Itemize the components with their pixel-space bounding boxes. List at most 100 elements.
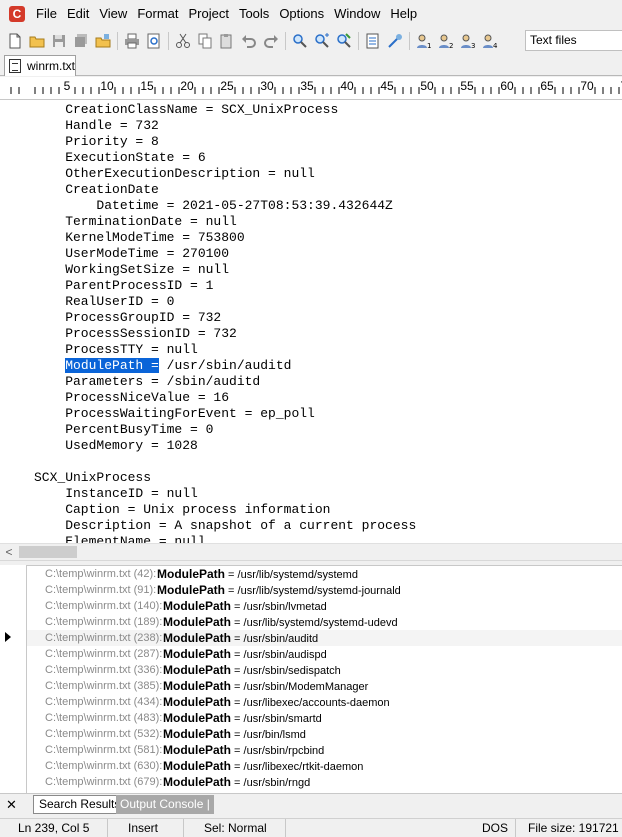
editor-line[interactable]: KernelModeTime = 753800 bbox=[34, 230, 416, 246]
tab-label: winrm.txt bbox=[27, 59, 75, 73]
menu-window[interactable]: Window bbox=[329, 0, 385, 28]
open-folder-icon[interactable] bbox=[26, 30, 48, 52]
result-match: ModulePath = /usr/lib/systemd/systemd bbox=[157, 567, 358, 581]
menu-project[interactable]: Project bbox=[183, 0, 233, 28]
open-project-icon[interactable] bbox=[92, 30, 114, 52]
editor-text[interactable]: CreationClassName = SCX_UnixProcess Hand… bbox=[34, 102, 416, 543]
result-match: ModulePath = /usr/sbin/audispd bbox=[163, 647, 327, 661]
tool-3-icon[interactable]: 3 bbox=[457, 30, 479, 52]
editor-line[interactable]: Description = A snapshot of a current pr… bbox=[34, 518, 416, 534]
editor-line[interactable]: TerminationDate = null bbox=[34, 214, 416, 230]
save-icon[interactable] bbox=[48, 30, 70, 52]
editor-line[interactable]: Handle = 732 bbox=[34, 118, 416, 134]
tab-winrm-txt[interactable]: winrm.txt bbox=[4, 55, 76, 76]
editor-line[interactable]: ExecutionState = 6 bbox=[34, 150, 416, 166]
editor-line[interactable]: WorkingSetSize = null bbox=[34, 262, 416, 278]
selected-text[interactable]: ModulePath = bbox=[65, 358, 159, 373]
editor-line[interactable]: Datetime = 2021-05-27T08:53:39.432644Z bbox=[34, 198, 416, 214]
new-file-icon[interactable] bbox=[4, 30, 26, 52]
editor-line[interactable] bbox=[34, 454, 416, 470]
editor-line[interactable]: CreationDate bbox=[34, 182, 416, 198]
ruler-label: 65 bbox=[540, 79, 554, 93]
tab-output-console[interactable]: Output Console | bbox=[116, 795, 214, 814]
result-location: C:\temp\winrm.txt (91): bbox=[45, 584, 157, 596]
editor-line[interactable]: CreationClassName = SCX_UnixProcess bbox=[34, 102, 416, 118]
editor-line[interactable]: ModulePath = /usr/sbin/auditd bbox=[34, 358, 416, 374]
tool-2-icon[interactable]: 2 bbox=[435, 30, 457, 52]
result-row[interactable]: C:\temp\winrm.txt (434): ModulePath = /us… bbox=[27, 694, 622, 710]
result-row[interactable]: C:\temp\winrm.txt (42): ModulePath = /usr… bbox=[27, 566, 622, 582]
result-location: C:\temp\winrm.txt (140): bbox=[45, 600, 163, 612]
editor-line[interactable]: InstanceID = null bbox=[34, 486, 416, 502]
editor-line[interactable]: ProcessNiceValue = 16 bbox=[34, 390, 416, 406]
ruler-label: 60 bbox=[500, 79, 514, 93]
editor-line[interactable]: ElementName = null bbox=[34, 534, 416, 543]
result-value: = /usr/sbin/sedispatch bbox=[231, 665, 341, 677]
print-icon[interactable] bbox=[121, 30, 143, 52]
result-key: ModulePath bbox=[157, 567, 225, 581]
replace-icon[interactable] bbox=[333, 30, 355, 52]
file-filter-dropdown[interactable]: Text files bbox=[525, 30, 622, 51]
scroll-left-icon[interactable]: < bbox=[2, 545, 16, 559]
find-icon[interactable] bbox=[289, 30, 311, 52]
search-results-list[interactable]: C:\temp\winrm.txt (42): ModulePath = /usr… bbox=[26, 565, 622, 793]
goto-icon[interactable] bbox=[384, 30, 406, 52]
result-row[interactable]: C:\temp\winrm.txt (483): ModulePath = /us… bbox=[27, 710, 622, 726]
editor-line[interactable]: ProcessSessionID = 732 bbox=[34, 326, 416, 342]
copy-icon[interactable] bbox=[194, 30, 216, 52]
tab-search-results[interactable]: Search Results bbox=[33, 795, 127, 814]
result-row[interactable]: C:\temp\winrm.txt (532): ModulePath = /us… bbox=[27, 726, 622, 742]
result-row[interactable]: C:\temp\winrm.txt (238): ModulePath = /us… bbox=[27, 630, 622, 646]
menu-file[interactable]: File bbox=[31, 0, 62, 28]
editor-line[interactable]: UserModeTime = 270100 bbox=[34, 246, 416, 262]
result-row[interactable]: C:\temp\winrm.txt (336): ModulePath = /us… bbox=[27, 662, 622, 678]
menu-view[interactable]: View bbox=[94, 0, 132, 28]
save-all-icon[interactable] bbox=[70, 30, 92, 52]
menu-tools[interactable]: Tools bbox=[234, 0, 274, 28]
tool-1-icon[interactable]: 1 bbox=[413, 30, 435, 52]
result-row[interactable]: C:\temp\winrm.txt (385): ModulePath = /us… bbox=[27, 678, 622, 694]
results-tab-strip: ✕ Search Results Output Console | bbox=[0, 793, 622, 816]
editor-line[interactable]: ProcessGroupID = 732 bbox=[34, 310, 416, 326]
status-position: Ln 239, Col 5 bbox=[0, 819, 108, 837]
document-list-icon[interactable] bbox=[362, 30, 384, 52]
editor-line[interactable]: RealUserID = 0 bbox=[34, 294, 416, 310]
tool-4-icon[interactable]: 4 bbox=[479, 30, 501, 52]
print-preview-icon[interactable] bbox=[143, 30, 165, 52]
editor-line[interactable]: ParentProcessID = 1 bbox=[34, 278, 416, 294]
editor-line[interactable]: UsedMemory = 1028 bbox=[34, 438, 416, 454]
scrollbar-thumb[interactable] bbox=[19, 546, 77, 558]
menu-options[interactable]: Options bbox=[274, 0, 329, 28]
editor-line[interactable]: SCX_UnixProcess bbox=[34, 470, 416, 486]
result-row[interactable]: C:\temp\winrm.txt (630): ModulePath = /us… bbox=[27, 758, 622, 774]
cut-icon[interactable] bbox=[172, 30, 194, 52]
paste-icon[interactable] bbox=[216, 30, 238, 52]
editor-line[interactable]: Caption = Unix process information bbox=[34, 502, 416, 518]
menu-format[interactable]: Format bbox=[132, 0, 183, 28]
close-icon[interactable]: ✕ bbox=[6, 797, 17, 813]
menu-edit[interactable]: Edit bbox=[62, 0, 94, 28]
editor-line[interactable]: PercentBusyTime = 0 bbox=[34, 422, 416, 438]
result-value: = /usr/sbin/smartd bbox=[231, 713, 322, 725]
editor-line[interactable]: ProcessTTY = null bbox=[34, 342, 416, 358]
result-row[interactable]: C:\temp\winrm.txt (679): ModulePath = /us… bbox=[27, 774, 622, 790]
editor-line[interactable]: OtherExecutionDescription = null bbox=[34, 166, 416, 182]
horizontal-scrollbar[interactable]: < bbox=[0, 543, 622, 560]
redo-icon[interactable] bbox=[260, 30, 282, 52]
undo-icon[interactable] bbox=[238, 30, 260, 52]
result-row[interactable]: C:\temp\winrm.txt (581): ModulePath = /us… bbox=[27, 742, 622, 758]
editor-pane[interactable]: CreationClassName = SCX_UnixProcess Hand… bbox=[0, 100, 622, 543]
editor-line[interactable]: ProcessWaitingForEvent = ep_poll bbox=[34, 406, 416, 422]
result-row[interactable]: C:\temp\winrm.txt (91): ModulePath = /usr… bbox=[27, 582, 622, 598]
ruler-label: 45 bbox=[380, 79, 394, 93]
result-row[interactable]: C:\temp\winrm.txt (287): ModulePath = /us… bbox=[27, 646, 622, 662]
svg-text:3: 3 bbox=[471, 42, 475, 49]
result-row[interactable]: C:\temp\winrm.txt (140): ModulePath = /us… bbox=[27, 598, 622, 614]
find-next-icon[interactable] bbox=[311, 30, 333, 52]
result-row[interactable]: C:\temp\winrm.txt (189): ModulePath = /us… bbox=[27, 614, 622, 630]
editor-line[interactable]: Parameters = /sbin/auditd bbox=[34, 374, 416, 390]
result-match: ModulePath = /usr/bin/lsmd bbox=[163, 727, 306, 741]
menu-help[interactable]: Help bbox=[385, 0, 422, 28]
editor-line[interactable]: Priority = 8 bbox=[34, 134, 416, 150]
result-key: ModulePath bbox=[163, 647, 231, 661]
